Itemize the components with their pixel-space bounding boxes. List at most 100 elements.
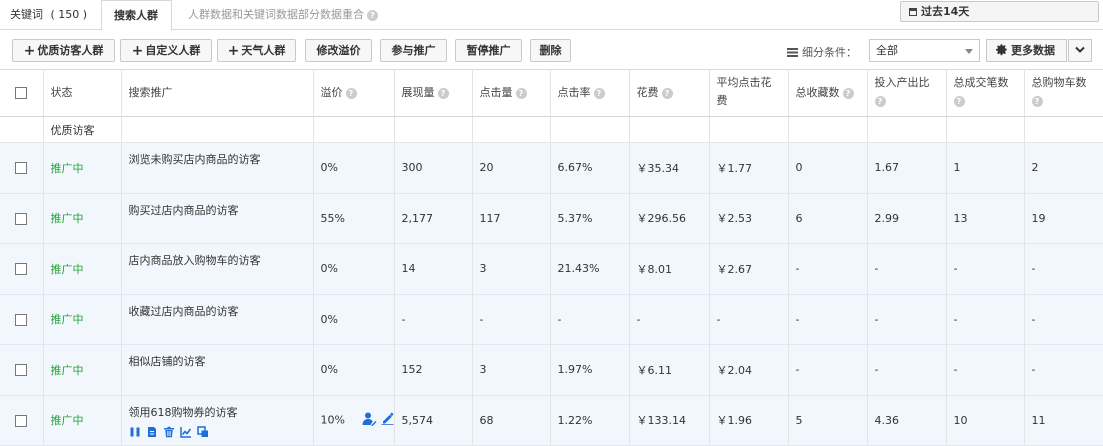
expand-dropdown-button[interactable] xyxy=(1068,39,1092,62)
col-favorites[interactable]: 总收藏数? xyxy=(788,69,868,117)
tab-keywords[interactable]: 关键词 ( 150 ) xyxy=(0,0,100,31)
cost-value: ￥8.01 xyxy=(629,243,710,295)
help-icon[interactable]: ? xyxy=(842,87,854,99)
cpc-value: ￥2.67 xyxy=(709,243,789,295)
table-row: 推广中 浏览未购买店内商品的访客 0% 300 20 6.67% ￥35.34 … xyxy=(0,142,1103,194)
select-all-checkbox[interactable] xyxy=(15,87,28,99)
status-text: 推广中 xyxy=(43,193,122,244)
carts-value: - xyxy=(1024,344,1103,396)
roi-value: - xyxy=(867,294,947,345)
tab-keywords-label: 关键词 xyxy=(10,8,43,21)
add-custom-audience-button[interactable]: + 自定义人群 xyxy=(120,39,212,62)
user-edit-icon[interactable] xyxy=(362,412,377,429)
trend-icon[interactable] xyxy=(179,426,192,438)
cpc-value: - xyxy=(709,294,789,345)
gear-icon xyxy=(995,42,1008,63)
help-icon[interactable]: ? xyxy=(515,87,527,99)
audience-name: 浏览未购买店内商品的访客 xyxy=(121,142,314,194)
add-weather-audience-button[interactable]: + 天气人群 xyxy=(217,39,296,62)
ctr-value: 5.37% xyxy=(550,193,630,244)
premium-value: 10% xyxy=(320,413,345,427)
help-icon[interactable]: ? xyxy=(874,95,886,107)
premium-cell: 10% xyxy=(313,395,395,446)
row-checkbox[interactable] xyxy=(15,162,28,175)
table-row: 推广中 购买过店内商品的访客 55% 2,177 117 5.37% ￥296.… xyxy=(0,193,1103,244)
impressions-value: 5,574 xyxy=(394,395,473,446)
premium-value: 0% xyxy=(313,243,395,295)
col-avg-cpc[interactable]: 平均点击花费 xyxy=(709,69,789,117)
col-impressions[interactable]: 展现量? xyxy=(394,69,473,117)
list-icon xyxy=(787,48,798,57)
favorites-value: 6 xyxy=(788,193,868,244)
help-icon[interactable]: ? xyxy=(437,87,449,99)
help-icon[interactable]: ? xyxy=(1031,95,1043,107)
premium-value: 0% xyxy=(313,344,395,396)
row-checkbox[interactable] xyxy=(15,364,28,377)
plus-icon: + xyxy=(131,43,144,59)
help-icon[interactable]: ? xyxy=(661,87,673,99)
date-range-button[interactable]: 过去14天 xyxy=(900,1,1099,22)
more-data-button[interactable]: 更多数据 xyxy=(986,39,1067,62)
add-quality-audience-button[interactable]: + 优质访客人群 xyxy=(12,39,115,62)
trash-icon[interactable] xyxy=(163,426,175,438)
help-icon[interactable]: ? xyxy=(367,9,378,21)
col-roi[interactable]: 投入产出比? xyxy=(867,69,947,117)
help-icon[interactable]: ? xyxy=(593,87,605,99)
col-ctr[interactable]: 点击率? xyxy=(550,69,630,117)
help-icon[interactable]: ? xyxy=(345,87,357,99)
table-row: 推广中 店内商品放入购物车的访客 0% 14 3 21.43% ￥8.01 ￥2… xyxy=(0,243,1103,295)
chevron-down-icon xyxy=(1075,44,1085,57)
col-roi-label: 投入产出比 xyxy=(874,76,930,89)
clicks-value: 3 xyxy=(472,243,551,295)
edit-premium-button[interactable]: 修改溢价 xyxy=(305,39,372,62)
impressions-value: - xyxy=(394,294,473,345)
delete-button[interactable]: 删除 xyxy=(530,39,571,62)
row-checkbox[interactable] xyxy=(15,313,28,326)
col-orders[interactable]: 总成交笔数? xyxy=(946,69,1025,117)
delete-label: 删除 xyxy=(539,44,562,57)
row-checkbox[interactable] xyxy=(15,263,28,276)
col-status: 状态 xyxy=(43,69,122,117)
cpc-value: ￥2.04 xyxy=(709,344,789,396)
audience-name: 领用618购物券的访客 xyxy=(128,405,238,419)
calendar-icon xyxy=(909,8,917,16)
table-row: 推广中 相似店铺的访客 0% 152 3 1.97% ￥6.11 ￥2.04 -… xyxy=(0,344,1103,396)
col-cost[interactable]: 花费? xyxy=(629,69,710,117)
toolbar: + 优质访客人群 + 自定义人群 + 天气人群 修改溢价 参与推广 暂停推广 删除 细… xyxy=(0,31,1103,69)
carts-value: 19 xyxy=(1024,193,1103,244)
status-text: 推广中 xyxy=(43,243,122,295)
edit-premium-label: 修改溢价 xyxy=(316,44,361,57)
favorites-value: 0 xyxy=(788,142,868,194)
tab-search-audience[interactable]: 搜索人群 xyxy=(101,0,172,31)
row-checkbox[interactable] xyxy=(15,212,28,225)
col-avg-cpc-label: 平均点击花费 xyxy=(716,76,772,107)
audience-table: 状态 搜索推广 溢价? 展现量? 点击量? 点击率? 花费? 平均点击花费 总收… xyxy=(0,69,1103,446)
impressions-value: 14 xyxy=(394,243,473,295)
pencil-icon[interactable] xyxy=(381,412,393,429)
add-custom-audience-label: 自定义人群 xyxy=(145,44,201,57)
col-clicks[interactable]: 点击量? xyxy=(472,69,551,117)
audience-name: 购买过店内商品的访客 xyxy=(121,193,314,244)
favorites-value: - xyxy=(788,344,868,396)
status-text: 推广中 xyxy=(43,294,122,345)
col-premium-label: 溢价 xyxy=(320,86,343,99)
help-icon[interactable]: ? xyxy=(953,95,965,107)
copy-icon[interactable] xyxy=(196,425,209,438)
row-checkbox[interactable] xyxy=(15,414,28,427)
audience-name: 店内商品放入购物车的访客 xyxy=(121,243,314,295)
status-text: 推广中 xyxy=(43,344,122,396)
carts-value: 2 xyxy=(1024,142,1103,194)
ctr-value: 1.97% xyxy=(550,344,630,396)
col-carts[interactable]: 总购物车数? xyxy=(1024,69,1103,117)
cpc-value: ￥2.53 xyxy=(709,193,789,244)
report-icon[interactable] xyxy=(146,426,158,438)
join-promotion-button[interactable]: 参与推广 xyxy=(380,39,447,62)
carts-value: 11 xyxy=(1024,395,1103,446)
pause-icon[interactable] xyxy=(129,426,141,438)
roi-value: 4.36 xyxy=(867,395,947,446)
segment-select[interactable]: 全部 xyxy=(869,39,980,62)
col-premium[interactable]: 溢价? xyxy=(313,69,395,117)
clicks-value: 68 xyxy=(472,395,551,446)
pause-promotion-button[interactable]: 暂停推广 xyxy=(455,39,522,62)
col-impressions-label: 展现量 xyxy=(401,86,435,99)
